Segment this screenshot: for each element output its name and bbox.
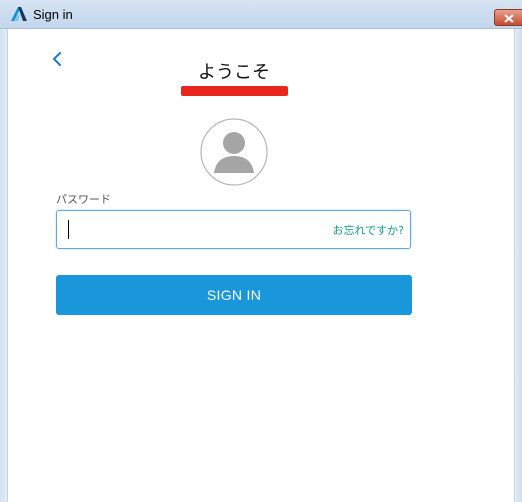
autodesk-logo-icon (10, 6, 28, 22)
forgot-password-link[interactable]: お忘れですか? (332, 222, 404, 238)
password-field[interactable]: お忘れですか? (56, 210, 411, 249)
user-avatar-icon (200, 118, 268, 186)
window-close-button[interactable] (494, 9, 522, 26)
chevron-left-icon (50, 52, 66, 72)
text-cursor (68, 220, 69, 239)
password-input[interactable] (57, 211, 327, 248)
window-left-border (0, 29, 8, 502)
back-button[interactable] (50, 50, 66, 68)
redacted-email (181, 86, 288, 96)
window-titlebar: Sign in (0, 0, 522, 29)
window-right-border (514, 29, 522, 502)
sign-in-button[interactable]: SIGN IN (56, 275, 412, 315)
welcome-heading: ようこそ (198, 62, 270, 83)
password-label: パスワード (56, 193, 111, 206)
window-title: Sign in (33, 7, 73, 22)
close-icon (503, 8, 514, 27)
